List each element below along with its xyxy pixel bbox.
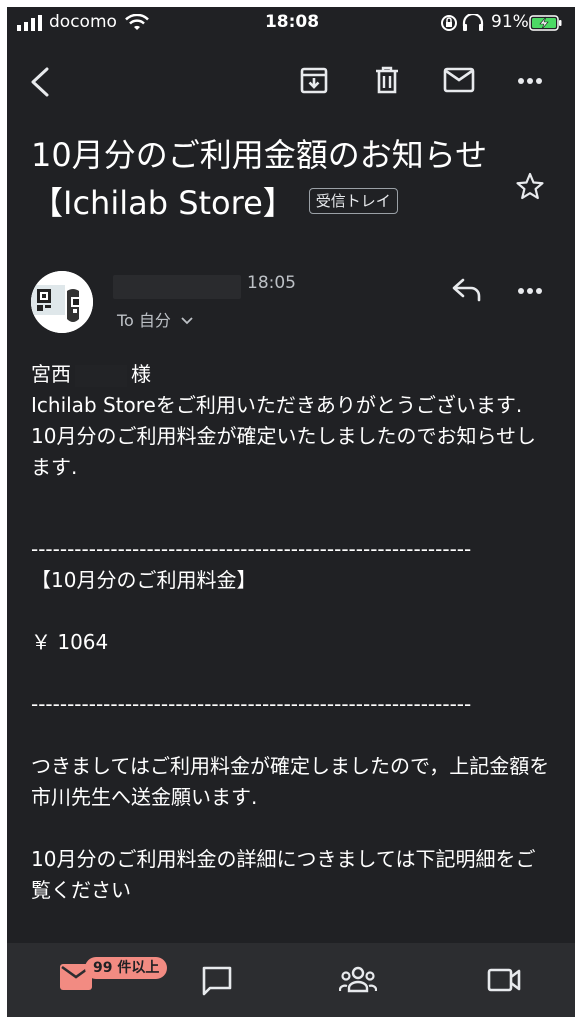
- body-line-details: 10月分のご利用料金の詳細につきましては下記明細をご覧ください: [31, 847, 536, 902]
- status-time: 18:08: [264, 12, 320, 32]
- recipient-details-toggle[interactable]: To 自分: [117, 307, 194, 331]
- section-title: 【10月分のご利用料金】: [31, 568, 257, 592]
- carrier-name: docomo: [49, 12, 117, 32]
- redacted-name: [75, 364, 127, 387]
- phone-screen: docomo 18:08 91% 10月分のご利用金額のお知らせ 【Ichila…: [7, 7, 575, 1017]
- greeting-line: 宮西 様: [31, 359, 551, 390]
- trash-icon[interactable]: [373, 65, 401, 95]
- video-icon[interactable]: [487, 967, 521, 993]
- more-icon[interactable]: [517, 77, 543, 85]
- spaces-icon[interactable]: [339, 965, 377, 995]
- signal-icon: [17, 15, 42, 31]
- email-body: 宮西 様 Ichilab Storeをご利用いただきありがとうございます. 10月…: [31, 359, 551, 906]
- greeting-name: 宮西: [31, 362, 71, 386]
- greeting-honorific: 様: [131, 362, 151, 386]
- inbox-label-chip[interactable]: 受信トレイ: [308, 188, 398, 214]
- recipient-label: To 自分: [117, 311, 171, 330]
- divider-line: ----------------------------------------…: [31, 692, 472, 716]
- chat-icon[interactable]: [201, 965, 233, 997]
- subject-text: 10月分のご利用金額のお知らせ 【Ichilab Store】: [31, 136, 520, 222]
- battery-percent: 91%: [491, 12, 529, 32]
- body-line-thanks: Ichilab Storeをご利用いただきありがとうございます.: [31, 393, 523, 417]
- rotation-lock-icon: [441, 15, 457, 31]
- headphones-icon: [462, 14, 484, 31]
- body-line-request: つきましてはご利用料金が確定しましたので，上記金額を市川先生へ送金願います.: [31, 754, 550, 809]
- qr-avatar-icon: [31, 271, 93, 333]
- amount: ￥ 1064: [31, 630, 109, 654]
- bottom-navigation: 99 件以上: [7, 943, 575, 1017]
- battery-charging-icon: [529, 15, 562, 31]
- back-icon[interactable]: [29, 67, 51, 97]
- chevron-down-icon: [181, 317, 193, 325]
- wifi-icon: [125, 14, 149, 30]
- mark-unread-icon[interactable]: [443, 67, 475, 93]
- status-bar: docomo 18:08 91%: [7, 7, 575, 41]
- reply-icon[interactable]: [451, 277, 483, 303]
- archive-icon[interactable]: [299, 65, 329, 95]
- unread-badge: 99 件以上: [85, 957, 168, 979]
- sender-name-redacted: [113, 275, 241, 299]
- sender-avatar[interactable]: [31, 271, 93, 333]
- sender-time: 18:05: [247, 273, 296, 293]
- body-line-notice: 10月分のご利用料金が確定いたしましたのでお知らせします.: [31, 424, 537, 479]
- more-icon[interactable]: [517, 287, 543, 295]
- divider-line: ----------------------------------------…: [31, 537, 472, 561]
- email-subject: 10月分のご利用金額のお知らせ 【Ichilab Store】 受信トレイ: [31, 131, 519, 227]
- star-icon[interactable]: [515, 171, 545, 201]
